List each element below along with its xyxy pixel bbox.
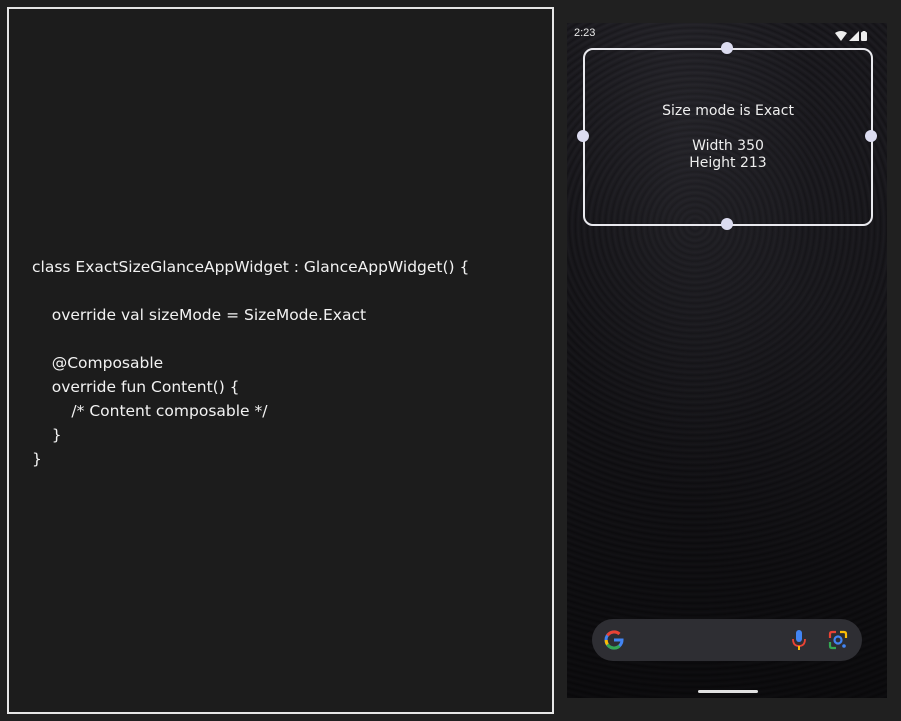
phone-screen: 2:23 Size mode is Exact Width 350 Height… <box>567 23 887 698</box>
resize-handle-right[interactable] <box>865 130 877 142</box>
google-search-bar[interactable] <box>592 619 862 661</box>
microphone-icon[interactable] <box>791 629 807 656</box>
code-panel: class ExactSizeGlanceAppWidget : GlanceA… <box>7 7 554 714</box>
width-label: Width 350 <box>692 138 764 154</box>
resize-handle-bottom[interactable] <box>721 218 733 230</box>
wifi-icon <box>835 28 847 46</box>
status-icons <box>835 28 867 46</box>
gesture-nav-handle[interactable] <box>698 690 758 693</box>
status-time: 2:23 <box>574 27 596 39</box>
cellular-signal-icon <box>849 28 859 46</box>
google-g-icon[interactable] <box>603 629 625 656</box>
code-line-6: override fun Content() { <box>32 378 240 396</box>
code-block: class ExactSizeGlanceAppWidget : GlanceA… <box>32 255 469 471</box>
resize-handle-top[interactable] <box>721 42 733 54</box>
status-bar: 2:23 <box>567 23 887 43</box>
size-mode-label: Size mode is Exact <box>662 103 794 119</box>
height-label: Height 213 <box>689 155 767 171</box>
code-line-5: @Composable <box>32 354 164 372</box>
resize-handle-left[interactable] <box>577 130 589 142</box>
battery-icon <box>861 28 867 46</box>
google-lens-icon[interactable] <box>827 629 849 656</box>
code-line-7: /* Content composable */ <box>32 402 268 420</box>
code-line-1: class ExactSizeGlanceAppWidget : GlanceA… <box>32 258 470 276</box>
resizable-widget[interactable]: Size mode is Exact Width 350 Height 213 <box>583 48 873 226</box>
code-line-8: } <box>32 426 62 444</box>
code-line-9: } <box>32 450 42 468</box>
code-line-3: override val sizeMode = SizeMode.Exact <box>32 306 367 324</box>
